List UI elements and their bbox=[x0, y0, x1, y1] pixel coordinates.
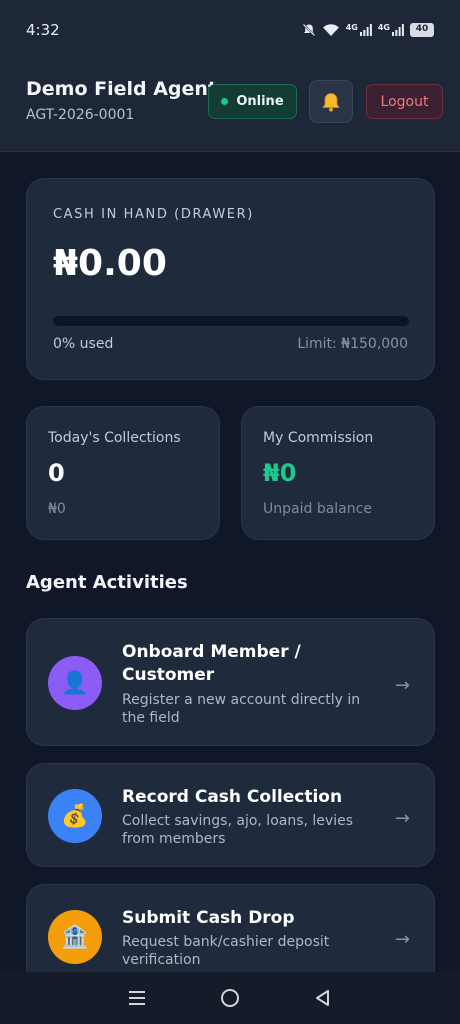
signal-label-2: 4G bbox=[377, 23, 390, 32]
signal-icon-1 bbox=[359, 24, 372, 36]
money-bag-icon-glyph: 💰 bbox=[61, 803, 89, 829]
cash-in-hand-card: CASH IN HAND (DRAWER) ₦0.00 0% used Limi… bbox=[26, 178, 435, 380]
home-icon bbox=[220, 989, 239, 1007]
wifi-icon bbox=[322, 24, 339, 36]
bank-icon: 🏦 bbox=[48, 910, 102, 964]
arrow-right-icon: → bbox=[394, 929, 410, 950]
used-percent-text: 0% used bbox=[53, 336, 114, 352]
activity-description: Collect savings, ajo, loans, levies from… bbox=[122, 813, 353, 847]
commission-value: ₦0 bbox=[263, 459, 297, 487]
back-icon bbox=[316, 990, 330, 1006]
collections-title: Today's Collections bbox=[48, 430, 181, 446]
collections-count: 0 bbox=[48, 459, 65, 487]
home-button[interactable] bbox=[210, 978, 250, 1018]
activity-description: Register a new account directly in the f… bbox=[122, 692, 361, 726]
arrow-right-icon: → bbox=[394, 675, 410, 696]
my-commission-card: My Commission ₦0 Unpaid balance bbox=[241, 406, 435, 540]
cash-amount: ₦0.00 bbox=[53, 243, 167, 284]
signal-icon-2 bbox=[392, 24, 404, 36]
limit-text: Limit: ₦150,000 bbox=[297, 336, 408, 352]
bank-icon-glyph: 🏦 bbox=[61, 924, 89, 950]
user-icon-glyph: 👤 bbox=[61, 670, 89, 696]
system-nav-bar bbox=[0, 972, 460, 1024]
activity-title: Onboard Member / Customer bbox=[122, 642, 301, 685]
activity-title: Submit Cash Drop bbox=[122, 908, 295, 928]
recents-icon bbox=[128, 991, 145, 1005]
activity-description: Request bank/cashier deposit verificatio… bbox=[122, 934, 330, 968]
notifications-button[interactable] bbox=[309, 80, 353, 123]
collections-amount: ₦0 bbox=[48, 501, 66, 517]
agent-code: AGT-2026-0001 bbox=[26, 107, 135, 123]
status-dot-icon bbox=[221, 98, 229, 105]
user-icon: 👤 bbox=[48, 656, 102, 710]
status-time: 4:32 bbox=[26, 21, 60, 39]
activity-record-cash-collection[interactable]: 💰 Record Cash Collection Collect savings… bbox=[26, 763, 435, 867]
logout-button[interactable]: Logout bbox=[366, 84, 443, 119]
cash-label: CASH IN HAND (DRAWER) bbox=[53, 207, 254, 222]
recents-button[interactable] bbox=[117, 978, 157, 1018]
todays-collections-card: Today's Collections 0 ₦0 bbox=[26, 406, 220, 540]
app-header: Demo Field Agent AGT-2026-0001 Online Lo… bbox=[0, 60, 460, 152]
commission-title: My Commission bbox=[263, 430, 374, 446]
agent-name: Demo Field Agent bbox=[26, 78, 218, 100]
signal-label-1: 4G bbox=[345, 23, 358, 32]
back-button[interactable] bbox=[303, 978, 343, 1018]
activity-title: Record Cash Collection bbox=[122, 787, 343, 807]
money-bag-icon: 💰 bbox=[48, 789, 102, 843]
commission-subtitle: Unpaid balance bbox=[263, 501, 372, 517]
battery-icon: 40 bbox=[410, 23, 434, 37]
arrow-right-icon: → bbox=[394, 808, 410, 829]
bell-icon bbox=[322, 92, 340, 112]
online-status-badge: Online bbox=[208, 84, 297, 119]
drawer-progress-bar bbox=[53, 316, 409, 326]
mute-icon bbox=[302, 23, 315, 37]
status-bar: 4:32 4G 4G 40 bbox=[0, 0, 460, 60]
status-icons: 4G 4G 40 bbox=[302, 23, 434, 37]
section-title-activities: Agent Activities bbox=[26, 572, 188, 593]
activity-onboard-member[interactable]: 👤 Onboard Member / Customer Register a n… bbox=[26, 618, 435, 746]
online-status-label: Online bbox=[236, 94, 284, 109]
